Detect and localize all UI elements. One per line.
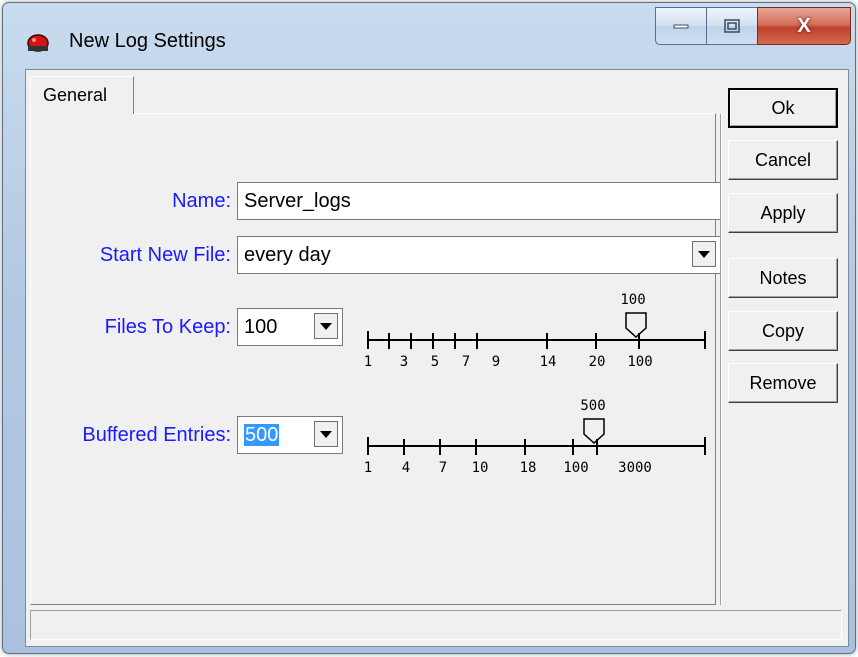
slider-tick-label: 5 <box>430 354 440 370</box>
slider-tick-label: 18 <box>519 460 537 476</box>
slider-tick <box>704 331 706 349</box>
cancel-button[interactable]: Cancel <box>728 140 838 180</box>
tab-panel-general: Name: Server_logs Start New File: every … <box>30 113 721 605</box>
slider-tick-label: 7 <box>461 354 471 370</box>
files-to-keep-dropdown-button[interactable] <box>314 313 338 339</box>
title-bar[interactable]: New Log Settings X <box>3 3 855 69</box>
slider-tick <box>388 333 390 349</box>
slider-tick <box>432 333 434 349</box>
slider-tick <box>638 333 640 349</box>
window-title: New Log Settings <box>69 30 226 52</box>
side-divider <box>720 114 722 605</box>
slider-tick <box>403 439 405 455</box>
buffered-entries-slider-value: 500 <box>580 398 606 414</box>
slider-tick <box>410 333 412 349</box>
slider-tick-label: 3 <box>399 354 409 370</box>
minimize-icon <box>673 24 689 29</box>
files-to-keep-label: Files To Keep: <box>104 316 231 338</box>
name-label: Name: <box>172 190 231 212</box>
slider-tick-label: 1 <box>363 354 373 370</box>
close-button[interactable]: X <box>757 7 851 45</box>
apply-button[interactable]: Apply <box>728 193 838 233</box>
copy-button[interactable]: Copy <box>728 311 838 351</box>
files-to-keep-slider-track <box>367 339 705 341</box>
maximize-button[interactable] <box>706 7 758 45</box>
buffered-entries-slider-track <box>367 445 705 447</box>
buffered-entries-dropdown-button[interactable] <box>314 421 338 447</box>
slider-tick-label: 7 <box>438 460 448 476</box>
chevron-down-icon <box>320 430 332 438</box>
slider-tick-label: 20 <box>588 354 606 370</box>
buffered-entries-value: 500 <box>244 424 280 446</box>
buffered-entries-select[interactable]: 500 <box>237 416 343 454</box>
dialog-window: New Log Settings X General Name: Server_… <box>2 2 856 654</box>
slider-tick-label: 14 <box>539 354 557 370</box>
slider-tick <box>454 333 456 349</box>
buffered-entries-slider-thumb[interactable] <box>583 418 605 444</box>
red-bug-icon <box>27 34 49 52</box>
remove-button[interactable]: Remove <box>728 363 838 403</box>
slider-tick <box>439 439 441 455</box>
slider-tick <box>367 437 369 455</box>
start-new-file-dropdown-button[interactable] <box>692 241 716 267</box>
start-new-file-select[interactable]: every day <box>237 236 721 274</box>
slider-tick-label: 10 <box>471 460 489 476</box>
slider-tick <box>596 439 598 455</box>
slider-tick-label: 100 <box>563 460 589 476</box>
status-bar <box>30 610 842 640</box>
slider-tick-label: 4 <box>401 460 411 476</box>
close-icon: X <box>797 14 811 37</box>
files-to-keep-value: 100 <box>244 316 278 338</box>
start-new-file-label: Start New File: <box>99 244 231 266</box>
name-input[interactable]: Server_logs <box>237 182 721 220</box>
files-to-keep-slider-thumb[interactable] <box>625 312 647 338</box>
slider-tick <box>595 333 597 349</box>
ok-button[interactable]: Ok <box>728 88 838 128</box>
slider-tick <box>572 439 574 455</box>
slider-tick-label: 3000 <box>618 460 652 476</box>
start-new-file-value: every day <box>244 244 331 266</box>
slider-tick <box>704 437 706 455</box>
slider-tick <box>546 333 548 349</box>
client-area: General Name: Server_logs Start New File… <box>25 69 849 647</box>
tab-general[interactable]: General <box>30 76 134 114</box>
maximize-icon <box>724 19 740 33</box>
chevron-down-icon <box>698 250 710 258</box>
slider-tick-label: 100 <box>627 354 653 370</box>
buffered-entries-label: Buffered Entries: <box>82 424 231 446</box>
files-to-keep-select[interactable]: 100 <box>237 308 343 346</box>
slider-tick-label: 1 <box>363 460 373 476</box>
slider-tick <box>524 439 526 455</box>
minimize-button[interactable] <box>655 7 707 45</box>
chevron-down-icon <box>320 322 332 330</box>
slider-tick <box>367 331 369 349</box>
files-to-keep-slider-value: 100 <box>620 292 646 308</box>
notes-button[interactable]: Notes <box>728 258 838 298</box>
slider-tick <box>475 439 477 455</box>
slider-tick <box>476 333 478 349</box>
slider-tick-label: 9 <box>491 354 501 370</box>
